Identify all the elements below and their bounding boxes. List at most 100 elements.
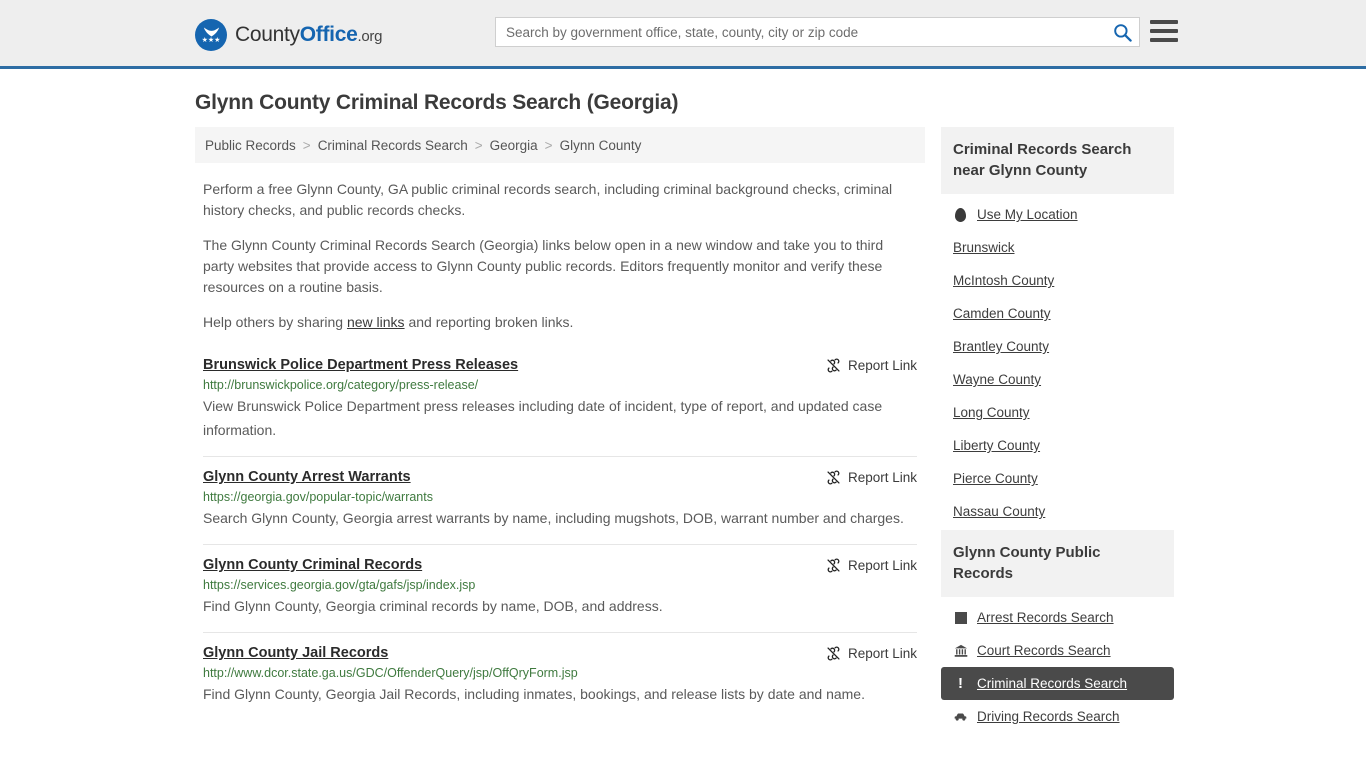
- sidebar-item-label[interactable]: Wayne County: [953, 372, 1041, 387]
- sidebar-item-label[interactable]: Pierce County: [953, 471, 1038, 486]
- hamburger-bar-1: [1150, 20, 1178, 24]
- intro-text-after-link: and reporting broken links.: [404, 314, 574, 330]
- site-logo[interactable]: ★★★ CountyOffice.org: [195, 19, 382, 51]
- sidebar-item-label[interactable]: Court Records Search: [977, 643, 1111, 658]
- sidebar: Criminal Records Search near Glynn Count…: [941, 127, 1174, 735]
- intro-paragraph-2: The Glynn County Criminal Records Search…: [203, 237, 884, 295]
- county-office-badge-icon: ★★★: [195, 19, 227, 51]
- record-link-url: http://www.dcor.state.ga.us/GDC/Offender…: [203, 666, 578, 680]
- record-link-url: http://brunswickpolice.org/category/pres…: [203, 378, 479, 392]
- brand-tld: .org: [357, 28, 383, 45]
- brand-wordmark: CountyOffice.org: [235, 23, 382, 47]
- record-link-item: Glynn County Jail Records Report Link ht…: [203, 632, 917, 720]
- breadcrumb-item-glynn-county[interactable]: Glynn County: [560, 138, 642, 153]
- nearby-search-box: Criminal Records Search near Glynn Count…: [941, 127, 1174, 528]
- record-link-item: Glynn County Arrest Warrants Report Link: [203, 456, 917, 544]
- sidebar-item-label[interactable]: Brantley County: [953, 339, 1049, 354]
- record-link-url: https://services.georgia.gov/gta/gafs/js…: [203, 578, 476, 592]
- sidebar-item-mcintosh-county[interactable]: McIntosh County: [941, 264, 1174, 297]
- record-link-title[interactable]: Glynn County Arrest Warrants: [203, 469, 411, 485]
- search-input[interactable]: [496, 18, 1105, 46]
- record-link-row: Glynn County Jail Records Report Link: [203, 645, 917, 661]
- nearby-search-heading: Criminal Records Search near Glynn Count…: [941, 127, 1174, 194]
- sidebar-item-label[interactable]: Camden County: [953, 306, 1051, 321]
- sidebar-item-wayne-county[interactable]: Wayne County: [941, 363, 1174, 396]
- eagle-icon: [203, 27, 219, 37]
- courthouse-icon: [953, 643, 968, 658]
- sidebar-item-court-records-search[interactable]: Court Records Search: [941, 634, 1174, 667]
- sidebar-item-label[interactable]: McIntosh County: [953, 273, 1054, 288]
- record-link-description: Find Glynn County, Georgia Jail Records,…: [203, 686, 865, 702]
- car-icon: [953, 709, 968, 724]
- hamburger-bar-2: [1150, 29, 1178, 33]
- sidebar-item-long-county[interactable]: Long County: [941, 396, 1174, 429]
- record-link-row: Glynn County Arrest Warrants Report Link: [203, 469, 917, 485]
- breadcrumb-item-criminal-records-search[interactable]: Criminal Records Search: [318, 138, 468, 153]
- search-icon: [1113, 23, 1132, 42]
- report-link-button[interactable]: Report Link: [826, 557, 917, 573]
- sidebar-item-label[interactable]: Driving Records Search: [977, 709, 1120, 724]
- two-column-layout: Public Records > Criminal Records Search…: [195, 127, 1175, 735]
- nearby-search-list: Use My Location Brunswick McIntosh Count…: [941, 194, 1174, 528]
- sidebar-item-brantley-county[interactable]: Brantley County: [941, 330, 1174, 363]
- record-link-url: https://georgia.gov/popular-topic/warran…: [203, 490, 433, 504]
- sidebar-item-brunswick[interactable]: Brunswick: [941, 231, 1174, 264]
- record-link-row: Glynn County Criminal Records Report Lin: [203, 557, 917, 573]
- record-link-description: View Brunswick Police Department press r…: [203, 398, 883, 438]
- breadcrumb-separator: >: [474, 137, 483, 153]
- record-links-list: Brunswick Police Department Press Releas…: [195, 351, 925, 720]
- main-column: Public Records > Criminal Records Search…: [195, 127, 925, 720]
- record-link-title[interactable]: Brunswick Police Department Press Releas…: [203, 357, 518, 373]
- sidebar-item-label[interactable]: Use My Location: [977, 207, 1078, 222]
- brand-part-two: Office: [299, 23, 358, 46]
- sidebar-item-criminal-records-search[interactable]: ! Criminal Records Search: [941, 667, 1174, 700]
- breadcrumb-item-public-records[interactable]: Public Records: [205, 138, 296, 153]
- report-link-button[interactable]: Report Link: [826, 469, 917, 485]
- record-link-description: Search Glynn County, Georgia arrest warr…: [203, 510, 904, 526]
- sidebar-item-label[interactable]: Criminal Records Search: [977, 676, 1127, 691]
- brand-part-one: County: [235, 23, 300, 46]
- intro-text-before-link: Help others by sharing: [203, 314, 347, 330]
- sidebar-item-nassau-county[interactable]: Nassau County: [941, 495, 1174, 528]
- report-link-label: Report Link: [847, 470, 917, 485]
- breadcrumb-separator: >: [302, 137, 311, 153]
- report-link-label: Report Link: [847, 558, 917, 573]
- sidebar-item-label[interactable]: Liberty County: [953, 438, 1040, 453]
- sidebar-item-label[interactable]: Brunswick: [953, 240, 1015, 255]
- page-title: Glynn County Criminal Records Search (Ge…: [195, 91, 679, 114]
- record-link-title[interactable]: Glynn County Jail Records: [203, 645, 388, 661]
- broken-link-icon: [827, 558, 840, 573]
- record-link-row: Brunswick Police Department Press Releas…: [203, 357, 917, 373]
- report-link-label: Report Link: [847, 358, 917, 373]
- record-link-item: Brunswick Police Department Press Releas…: [203, 351, 917, 456]
- breadcrumb-item-georgia[interactable]: Georgia: [490, 138, 538, 153]
- intro-section: Perform a free Glynn County, GA public c…: [195, 179, 925, 333]
- content-area: Glynn County Criminal Records Search (Ge…: [195, 69, 1175, 735]
- sidebar-item-arrest-records-search[interactable]: Arrest Records Search: [941, 601, 1174, 634]
- sidebar-item-pierce-county[interactable]: Pierce County: [941, 462, 1174, 495]
- search-bar[interactable]: [495, 17, 1140, 47]
- record-link-item: Glynn County Criminal Records Report Lin: [203, 544, 917, 632]
- map-pin-icon: [953, 207, 968, 222]
- report-link-button[interactable]: Report Link: [826, 645, 917, 661]
- public-records-box: Glynn County Public Records Arrest Recor…: [941, 530, 1174, 733]
- record-link-title[interactable]: Glynn County Criminal Records: [203, 557, 422, 573]
- sidebar-item-label[interactable]: Long County: [953, 405, 1030, 420]
- report-link-label: Report Link: [847, 646, 917, 661]
- search-button[interactable]: [1105, 18, 1139, 46]
- new-links-link[interactable]: new links: [347, 314, 405, 330]
- broken-link-icon: [827, 646, 840, 661]
- sidebar-item-label[interactable]: Nassau County: [953, 504, 1045, 519]
- menu-button[interactable]: [1150, 20, 1178, 42]
- exclamation-icon: !: [958, 675, 963, 692]
- site-header: ★★★ CountyOffice.org: [0, 0, 1366, 69]
- hamburger-bar-3: [1150, 38, 1178, 42]
- sidebar-item-driving-records-search[interactable]: Driving Records Search: [941, 700, 1174, 733]
- sidebar-item-label[interactable]: Arrest Records Search: [977, 610, 1114, 625]
- sidebar-item-use-my-location[interactable]: Use My Location: [941, 198, 1174, 231]
- sidebar-item-camden-county[interactable]: Camden County: [941, 297, 1174, 330]
- sidebar-item-liberty-county[interactable]: Liberty County: [941, 429, 1174, 462]
- report-link-button[interactable]: Report Link: [826, 357, 917, 373]
- public-records-heading: Glynn County Public Records: [941, 530, 1174, 597]
- intro-paragraph-1: Perform a free Glynn County, GA public c…: [203, 181, 893, 218]
